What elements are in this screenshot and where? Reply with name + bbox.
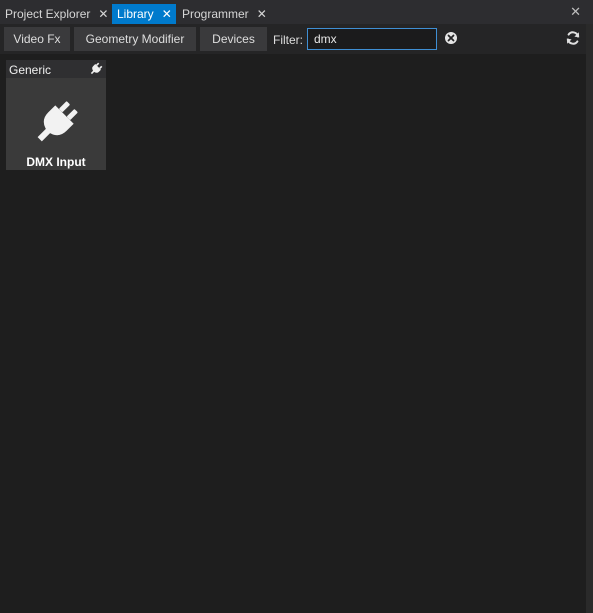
geometry-modifier-button[interactable]: Geometry Modifier xyxy=(74,27,196,51)
tab-label: Library xyxy=(117,7,154,21)
card-header: Generic xyxy=(6,60,106,78)
close-panel-icon[interactable]: ✕ xyxy=(570,5,581,18)
card-category: Generic xyxy=(9,63,52,77)
plug-icon xyxy=(37,101,78,142)
clear-filter-icon[interactable] xyxy=(445,32,457,44)
close-icon[interactable]: ✕ xyxy=(249,8,271,20)
vertical-scrollbar[interactable] xyxy=(586,24,593,613)
video-fx-button[interactable]: Video Fx xyxy=(4,27,70,51)
filter-input[interactable] xyxy=(307,28,437,50)
library-window: Project Explorer ✕ Library ✕ Programmer … xyxy=(0,0,593,613)
tab-label: Project Explorer xyxy=(5,7,91,21)
tab-label: Programmer xyxy=(182,7,249,21)
filter-label: Filter: xyxy=(273,33,303,47)
tab-project-explorer[interactable]: Project Explorer ✕ xyxy=(0,4,108,24)
library-toolbar: Video Fx Geometry Modifier Devices Filte… xyxy=(0,24,586,54)
card-title: DMX Input xyxy=(26,155,86,169)
tab-library[interactable]: Library ✕ xyxy=(112,4,176,24)
library-item-dmx-input[interactable]: Generic DMX Input xyxy=(6,60,106,170)
tab-strip: Project Explorer ✕ Library ✕ Programmer … xyxy=(0,0,593,24)
devices-button[interactable]: Devices xyxy=(200,27,267,51)
close-icon[interactable]: ✕ xyxy=(90,8,112,20)
plug-icon xyxy=(90,62,103,75)
close-icon[interactable]: ✕ xyxy=(154,8,176,20)
refresh-icon[interactable] xyxy=(565,30,581,46)
library-content: Generic DMX Input xyxy=(0,54,586,613)
tab-programmer[interactable]: Programmer ✕ xyxy=(177,4,269,24)
